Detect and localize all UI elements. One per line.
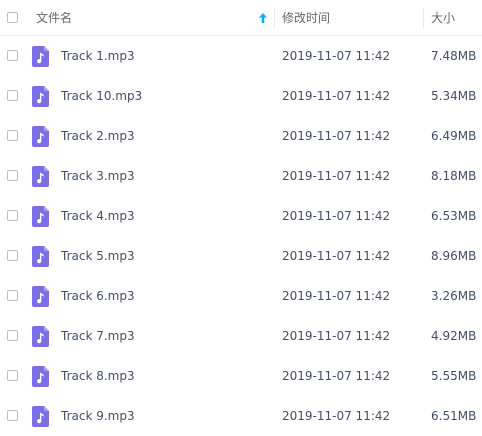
file-row[interactable]: Track 6.mp3 2019-11-07 11:42 3.26MB <box>0 276 482 316</box>
file-name[interactable]: Track 4.mp3 <box>61 196 135 236</box>
column-header-size[interactable]: 大小 <box>431 0 455 36</box>
file-row[interactable]: Track 7.mp3 2019-11-07 11:42 4.92MB <box>0 316 482 356</box>
file-row[interactable]: Track 10.mp3 2019-11-07 11:42 5.34MB <box>0 76 482 116</box>
file-size: 5.55MB <box>431 369 477 383</box>
sort-ascending-icon[interactable] <box>259 13 267 23</box>
file-row-checkbox[interactable] <box>7 90 18 101</box>
file-row[interactable]: Track 4.mp3 2019-11-07 11:42 6.53MB <box>0 196 482 236</box>
file-size: 6.51MB <box>431 409 477 423</box>
file-row-checkbox[interactable] <box>7 170 18 181</box>
file-name[interactable]: Track 10.mp3 <box>61 76 142 116</box>
file-modified-time: 2019-11-07 11:42 <box>282 289 391 303</box>
music-file-icon <box>32 46 49 67</box>
file-size: 8.18MB <box>431 169 477 183</box>
file-name[interactable]: Track 8.mp3 <box>61 356 135 396</box>
file-modified-time: 2019-11-07 11:42 <box>282 409 391 423</box>
file-modified-time: 2019-11-07 11:42 <box>282 49 391 63</box>
column-divider[interactable] <box>423 8 424 28</box>
file-row[interactable]: Track 2.mp3 2019-11-07 11:42 6.49MB <box>0 116 482 156</box>
file-row-checkbox[interactable] <box>7 50 18 61</box>
file-size: 3.26MB <box>431 289 477 303</box>
file-size: 8.96MB <box>431 249 477 263</box>
file-row-checkbox[interactable] <box>7 250 18 261</box>
music-file-icon <box>32 286 49 307</box>
file-row[interactable]: Track 5.mp3 2019-11-07 11:42 8.96MB <box>0 236 482 276</box>
file-modified-time: 2019-11-07 11:42 <box>282 169 391 183</box>
file-row-checkbox[interactable] <box>7 330 18 341</box>
column-header-modified[interactable]: 修改时间 <box>282 0 330 36</box>
file-size: 5.34MB <box>431 89 477 103</box>
column-divider[interactable] <box>274 8 275 28</box>
music-file-icon <box>32 366 49 387</box>
file-name[interactable]: Track 1.mp3 <box>61 36 135 76</box>
music-file-icon <box>32 406 49 427</box>
music-file-icon <box>32 206 49 227</box>
file-size: 6.53MB <box>431 209 477 223</box>
file-modified-time: 2019-11-07 11:42 <box>282 129 391 143</box>
file-modified-time: 2019-11-07 11:42 <box>282 329 391 343</box>
file-name[interactable]: Track 9.mp3 <box>61 396 135 436</box>
file-modified-time: 2019-11-07 11:42 <box>282 209 391 223</box>
file-row-checkbox[interactable] <box>7 410 18 421</box>
file-row[interactable]: Track 3.mp3 2019-11-07 11:42 8.18MB <box>0 156 482 196</box>
file-name[interactable]: Track 2.mp3 <box>61 116 135 156</box>
file-name[interactable]: Track 3.mp3 <box>61 156 135 196</box>
file-row[interactable]: Track 1.mp3 2019-11-07 11:42 7.48MB <box>0 36 482 76</box>
file-row[interactable]: Track 8.mp3 2019-11-07 11:42 5.55MB <box>0 356 482 396</box>
file-row[interactable]: Track 9.mp3 2019-11-07 11:42 6.51MB <box>0 396 482 436</box>
music-file-icon <box>32 326 49 347</box>
file-size: 6.49MB <box>431 129 477 143</box>
music-file-icon <box>32 246 49 267</box>
column-header-name[interactable]: 文件名 <box>36 0 72 36</box>
file-size: 4.92MB <box>431 329 477 343</box>
music-file-icon <box>32 86 49 107</box>
file-modified-time: 2019-11-07 11:42 <box>282 89 391 103</box>
file-name[interactable]: Track 6.mp3 <box>61 276 135 316</box>
file-row-checkbox[interactable] <box>7 290 18 301</box>
music-file-icon <box>32 126 49 147</box>
file-name[interactable]: Track 7.mp3 <box>61 316 135 356</box>
file-name[interactable]: Track 5.mp3 <box>61 236 135 276</box>
music-file-icon <box>32 166 49 187</box>
file-size: 7.48MB <box>431 49 477 63</box>
file-modified-time: 2019-11-07 11:42 <box>282 249 391 263</box>
file-row-checkbox[interactable] <box>7 210 18 221</box>
file-list-header: 文件名 修改时间 大小 <box>0 0 482 36</box>
file-row-checkbox[interactable] <box>7 370 18 381</box>
file-modified-time: 2019-11-07 11:42 <box>282 369 391 383</box>
file-row-checkbox[interactable] <box>7 130 18 141</box>
select-all-checkbox[interactable] <box>7 12 18 23</box>
